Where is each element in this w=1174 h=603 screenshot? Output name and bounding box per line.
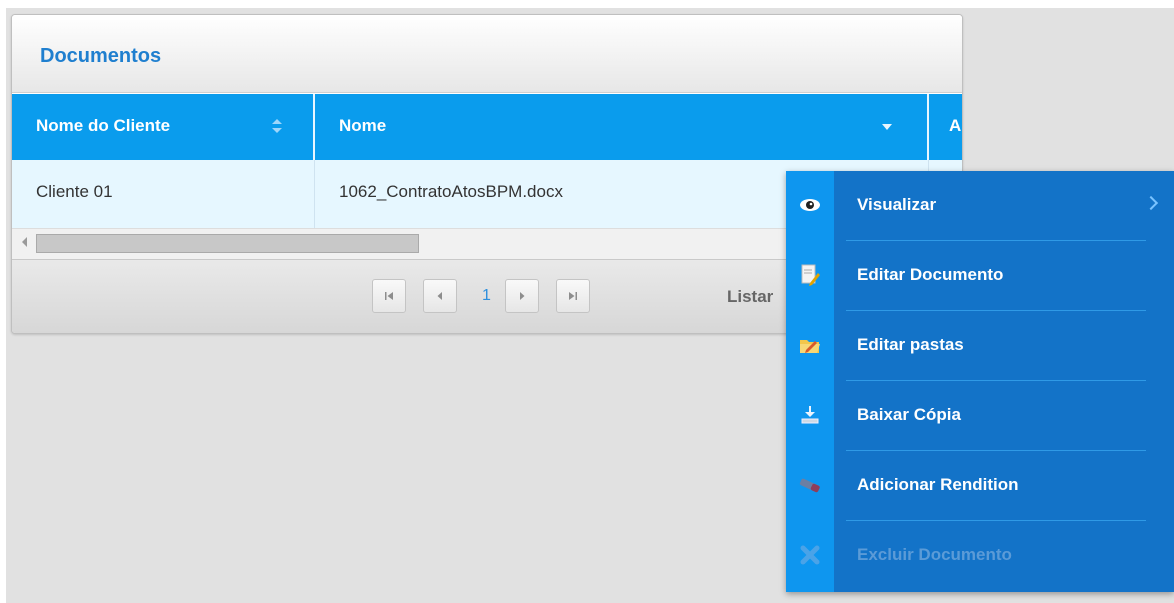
context-menu: Visualizar Editar Documento Editar pasta… [786, 171, 1174, 592]
first-page-button[interactable] [372, 279, 406, 313]
menu-item-label: Editar pastas [857, 335, 964, 354]
panel-title: Documentos [40, 45, 162, 67]
scroll-left-arrow-icon[interactable] [22, 237, 27, 247]
scrollbar-thumb[interactable] [36, 234, 419, 253]
grid-header: Nome do Cliente Nome A [12, 94, 962, 160]
previous-page-button[interactable] [423, 279, 457, 313]
last-page-icon [569, 292, 577, 301]
rendition-icon [799, 478, 820, 493]
first-page-icon [385, 292, 393, 301]
sort-icon[interactable] [271, 116, 283, 136]
menu-item-label: Baixar Cópia [857, 405, 961, 424]
panel-header: Documentos [12, 15, 962, 93]
column-header-label: Nome [339, 116, 387, 135]
cell-cliente: Cliente 01 [12, 160, 315, 228]
menu-item-label: Visualizar [857, 195, 937, 214]
column-header-label: A [949, 116, 962, 135]
menu-item-baixar-copia[interactable]: Baixar Cópia [786, 381, 1174, 451]
column-header-cliente[interactable]: Nome do Cliente [12, 94, 315, 160]
delete-icon [800, 545, 820, 565]
cell-text: 1062_ContratoAtosBPM.docx [339, 182, 563, 201]
menu-item-editar-documento[interactable]: Editar Documento [786, 241, 1174, 311]
eye-icon [800, 199, 820, 211]
next-page-button[interactable] [505, 279, 539, 313]
column-header-label: Nome do Cliente [36, 116, 171, 135]
current-page-number[interactable]: 1 [482, 287, 491, 305]
menu-item-label: Editar Documento [857, 265, 1004, 284]
cell-text: Cliente 01 [36, 182, 113, 201]
listing-info-text: Listar [727, 287, 774, 306]
menu-item-visualizar[interactable]: Visualizar [786, 171, 1174, 241]
column-header-nome[interactable]: Nome [317, 94, 929, 160]
chevron-right-icon [1143, 195, 1159, 211]
menu-item-adicionar-rendition[interactable]: Adicionar Rendition [786, 451, 1174, 521]
edit-document-icon [801, 264, 820, 286]
last-page-button[interactable] [556, 279, 590, 313]
chevron-down-icon[interactable] [882, 124, 892, 130]
chevron-left-icon [437, 292, 442, 301]
folder-edit-icon [800, 340, 820, 353]
menu-item-editar-pastas[interactable]: Editar pastas [786, 311, 1174, 381]
column-header-next[interactable]: A [931, 94, 962, 160]
menu-item-excluir-documento: Excluir Documento [786, 521, 1174, 591]
menu-item-label: Excluir Documento [857, 545, 1012, 564]
menu-item-label: Adicionar Rendition [857, 475, 1019, 494]
download-icon [801, 406, 819, 424]
chevron-right-icon [520, 292, 525, 301]
